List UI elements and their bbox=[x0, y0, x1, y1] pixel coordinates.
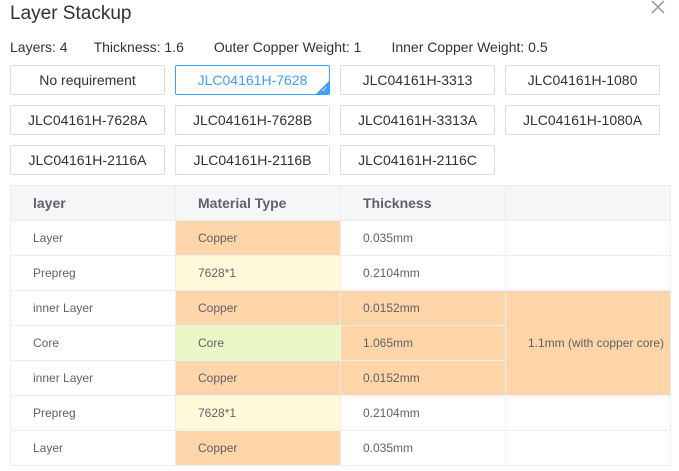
cell-thickness: 0.035mm bbox=[340, 430, 506, 466]
stackup-summary: Layers: 4 Thickness: 1.6 Outer Copper We… bbox=[10, 40, 548, 54]
cell-thickness: 0.035mm bbox=[340, 220, 506, 256]
cell-extra bbox=[505, 395, 671, 431]
table-header-row: layer Material Type Thickness bbox=[10, 185, 671, 221]
core-thickness-note: 1.1mm (with copper core) bbox=[505, 290, 671, 396]
table-row: Layer Copper 0.035mm bbox=[10, 430, 671, 466]
cell-extra bbox=[505, 220, 671, 256]
summary-thickness: Thickness: 1.6 bbox=[93, 39, 184, 55]
cell-layer: inner Layer bbox=[10, 360, 176, 396]
table-row: Prepreg 7628*1 0.2104mm bbox=[10, 255, 671, 291]
summary-inner-copper: Inner Copper Weight: 0.5 bbox=[391, 39, 548, 55]
cell-thickness: 0.2104mm bbox=[340, 255, 506, 291]
option-7628a[interactable]: JLC04161H-7628A bbox=[10, 105, 165, 135]
option-3313a[interactable]: JLC04161H-3313A bbox=[340, 105, 495, 135]
cell-material: Copper bbox=[175, 220, 341, 256]
cell-thickness: 0.2104mm bbox=[340, 395, 506, 431]
cell-extra bbox=[505, 430, 671, 466]
option-1080a[interactable]: JLC04161H-1080A bbox=[505, 105, 660, 135]
cell-layer: inner Layer bbox=[10, 290, 176, 326]
summary-layers: Layers: 4 bbox=[10, 39, 68, 55]
dialog-title: Layer Stackup bbox=[10, 3, 132, 24]
option-2116c[interactable]: JLC04161H-2116C bbox=[340, 145, 495, 175]
header-material-type: Material Type bbox=[175, 185, 341, 221]
table-row: Prepreg 7628*1 0.2104mm bbox=[10, 395, 671, 431]
cell-layer: Layer bbox=[10, 430, 176, 466]
cell-material: 7628*1 bbox=[175, 395, 341, 431]
option-3313[interactable]: JLC04161H-3313 bbox=[340, 65, 495, 95]
header-layer: layer bbox=[10, 185, 176, 221]
option-1080[interactable]: JLC04161H-1080 bbox=[505, 65, 660, 95]
header-thickness: Thickness bbox=[340, 185, 506, 221]
cell-material: Core bbox=[175, 325, 341, 361]
option-2116b[interactable]: JLC04161H-2116B bbox=[175, 145, 330, 175]
stackup-table: layer Material Type Thickness Layer Copp… bbox=[10, 185, 671, 466]
option-no-requirement[interactable]: No requirement bbox=[10, 65, 165, 95]
cell-material: 7628*1 bbox=[175, 255, 341, 291]
cell-layer: Prepreg bbox=[10, 395, 176, 431]
option-7628b[interactable]: JLC04161H-7628B bbox=[175, 105, 330, 135]
cell-thickness: 0.0152mm bbox=[340, 360, 506, 396]
summary-outer-copper: Outer Copper Weight: 1 bbox=[213, 39, 362, 55]
table-row: Layer Copper 0.035mm bbox=[10, 220, 671, 256]
cell-material: Copper bbox=[175, 430, 341, 466]
close-icon[interactable] bbox=[648, 0, 668, 17]
cell-layer: Core bbox=[10, 325, 176, 361]
option-2116a[interactable]: JLC04161H-2116A bbox=[10, 145, 165, 175]
cell-material: Copper bbox=[175, 290, 341, 326]
check-icon: ✓ bbox=[321, 85, 328, 94]
cell-thickness: 0.0152mm bbox=[340, 290, 506, 326]
cell-layer: Prepreg bbox=[10, 255, 176, 291]
option-7628[interactable]: JLC04161H-7628 ✓ bbox=[175, 65, 330, 95]
table-row: inner Layer Copper 0.0152mm 1.1mm (with … bbox=[10, 290, 671, 396]
cell-material: Copper bbox=[175, 360, 341, 396]
header-extra bbox=[505, 185, 671, 221]
cell-layer: Layer bbox=[10, 220, 176, 256]
cell-extra bbox=[505, 255, 671, 291]
cell-thickness: 1.065mm bbox=[340, 325, 506, 361]
